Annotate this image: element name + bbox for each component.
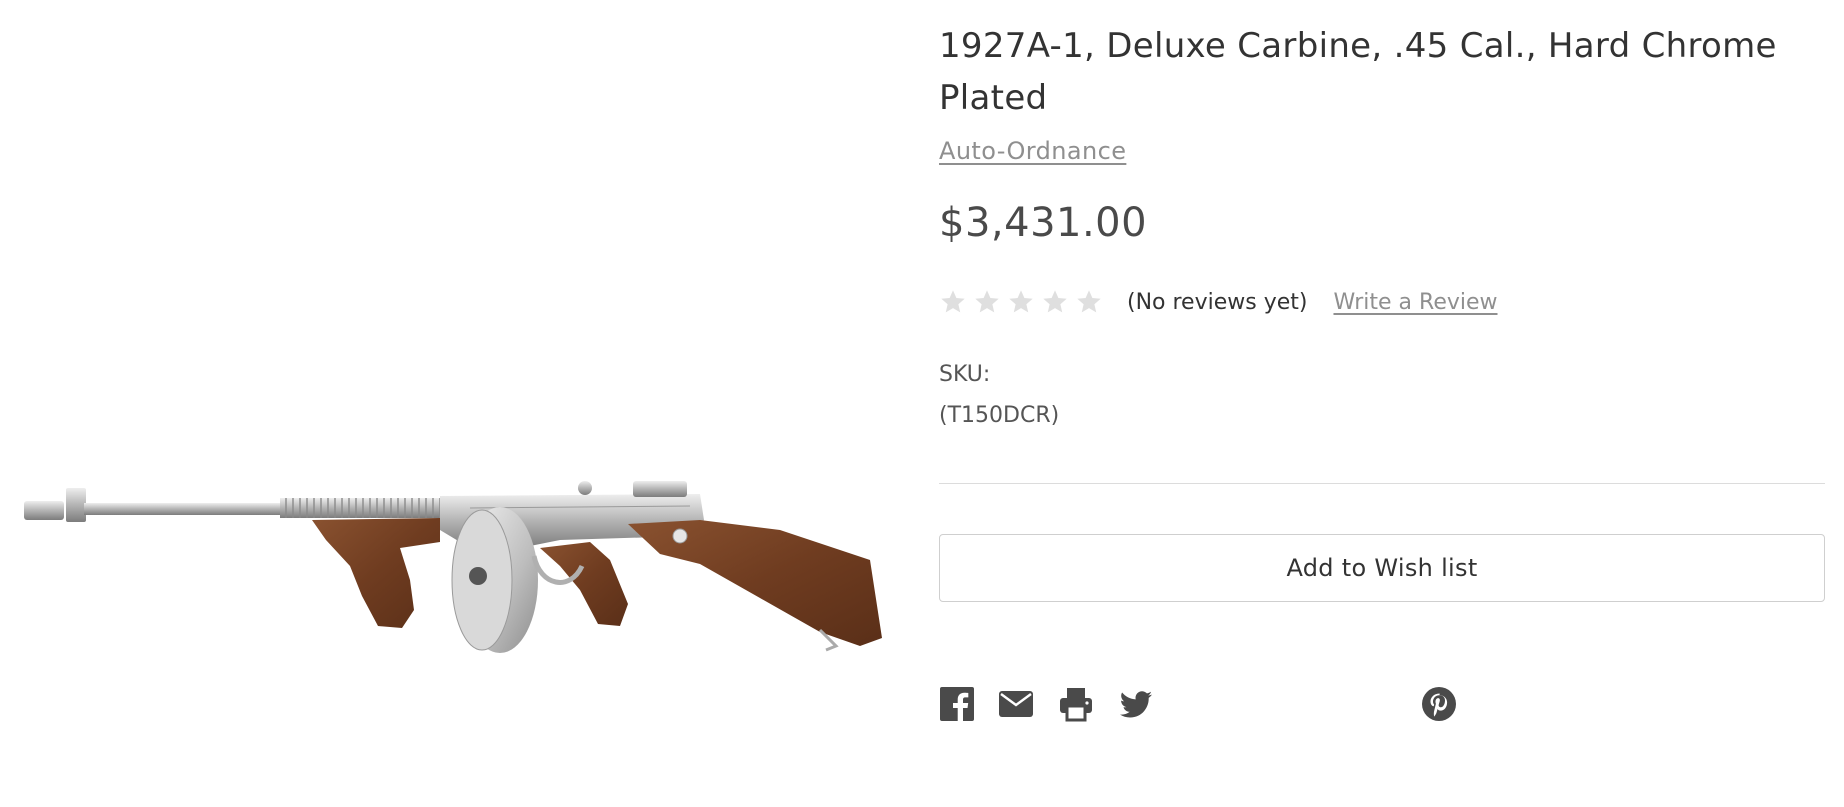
- sku-label: SKU:: [939, 362, 991, 387]
- twitter-icon[interactable]: [1118, 686, 1154, 722]
- rating-row: (No reviews yet) Write a Review: [939, 284, 1498, 320]
- product-price: $3,431.00: [939, 200, 1148, 246]
- star-icon: [941, 290, 965, 313]
- star-icon: [1077, 290, 1101, 313]
- write-review-link[interactable]: Write a Review: [1333, 290, 1497, 315]
- star-icon: [1043, 290, 1067, 313]
- share-row: [939, 686, 1825, 724]
- star-icon: [1009, 290, 1033, 313]
- star-icon: [975, 290, 999, 313]
- facebook-icon[interactable]: [939, 686, 975, 722]
- no-reviews-text: (No reviews yet): [1127, 289, 1308, 315]
- brand-link[interactable]: Auto-Ordnance: [939, 137, 1126, 165]
- product-image[interactable]: [0, 0, 900, 807]
- add-to-wishlist-button[interactable]: Add to Wish list: [939, 534, 1825, 602]
- product-title: 1927A-1, Deluxe Carbine, .45 Cal., Hard …: [939, 26, 1777, 118]
- product-image-panel: [0, 0, 900, 807]
- print-icon[interactable]: [1058, 686, 1094, 722]
- email-icon[interactable]: [998, 686, 1034, 722]
- divider: [939, 483, 1825, 484]
- pinterest-icon[interactable]: [1421, 686, 1457, 722]
- rating-stars: [939, 288, 1103, 316]
- sku-value: (T150DCR): [939, 403, 1060, 428]
